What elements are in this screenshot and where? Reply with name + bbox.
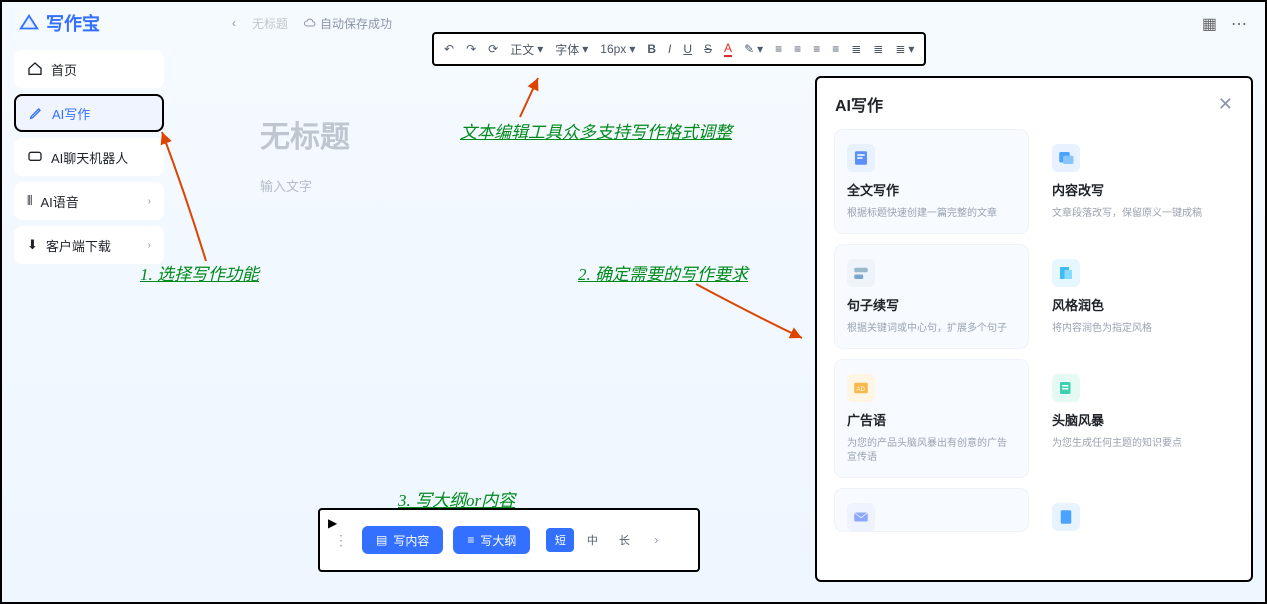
sidebar-item-ai-chat[interactable]: AI聊天机器人	[14, 138, 164, 176]
chevron-right-icon: ›	[148, 240, 151, 251]
highlight-button[interactable]: ✎ ▾	[744, 42, 763, 56]
back-button[interactable]: ‹	[232, 16, 236, 30]
top-controls: ‹ 无标题 自动保存成功	[232, 15, 392, 32]
ai-panel: AI写作 ✕ 全文写作 根据标题快速创建一篇完整的文章 内容改写 文章段落改写，…	[815, 76, 1253, 582]
arrow-1	[156, 126, 216, 266]
length-medium[interactable]: 中	[578, 528, 606, 552]
doc-icon	[847, 144, 875, 172]
sidebar-item-ai-voice[interactable]: ⫴ AI语音 ›	[14, 182, 164, 220]
close-icon[interactable]: ✕	[1218, 94, 1233, 115]
align-right-button[interactable]: ≡	[813, 42, 820, 56]
align-center-button[interactable]: ≡	[794, 42, 801, 56]
sidebar-item-download[interactable]: ⬇ 客户端下载 ›	[14, 226, 164, 264]
mail-icon	[847, 503, 875, 531]
ai-card-continue[interactable]: 句子续写 根据关键词或中心句，扩展多个句子	[835, 245, 1028, 348]
chevron-down-icon: ▾	[757, 42, 763, 56]
font-select[interactable]: 字体 ▾	[555, 41, 588, 58]
write-content-button[interactable]: ▤ 写内容	[362, 526, 443, 554]
ai-card-extra-2[interactable]	[1040, 489, 1233, 531]
length-group: 短 中 长	[546, 528, 638, 552]
app-name: 写作宝	[46, 10, 100, 36]
arrow-2	[690, 278, 810, 348]
italic-button[interactable]: I	[668, 42, 671, 56]
ai-card-slogan[interactable]: AD 广告语 为您的产品头脑风暴出有创意的广告宣传语	[835, 360, 1028, 477]
ai-card-polish[interactable]: 风格润色 将内容润色为指定风格	[1040, 245, 1233, 348]
ai-panel-title: AI写作	[835, 92, 883, 116]
ai-card-rewrite[interactable]: 内容改写 文章段落改写，保留原义一键成稿	[1040, 130, 1233, 233]
top-right-controls: ▦ ⋯	[1202, 14, 1247, 34]
brainstorm-icon	[1052, 374, 1080, 402]
align-left-button[interactable]: ≡	[775, 42, 782, 56]
ai-card-grid: 全文写作 根据标题快速创建一篇完整的文章 内容改写 文章段落改写，保留原义一键成…	[835, 130, 1233, 531]
sidebar-item-label: AI写作	[52, 104, 90, 123]
pen-icon	[28, 105, 44, 121]
textcolor-button[interactable]: A	[724, 41, 732, 57]
grid-icon[interactable]: ▦	[1202, 14, 1217, 34]
sidebar-item-label: 客户端下载	[46, 236, 111, 255]
more-icon[interactable]: ⋯	[1231, 14, 1247, 34]
play-icon: ▶	[328, 516, 337, 530]
body-input[interactable]: 输入文字	[260, 176, 800, 195]
length-short[interactable]: 短	[546, 528, 574, 552]
underline-button[interactable]: U	[683, 42, 692, 56]
home-icon	[27, 61, 43, 77]
chevron-down-icon: ▾	[537, 42, 543, 56]
doc-title-crumb: 无标题	[252, 15, 288, 32]
list-ordered-button[interactable]: ≣	[851, 42, 861, 56]
title-input[interactable]: 无标题	[260, 112, 800, 156]
logo-icon	[18, 12, 40, 34]
note-icon	[1052, 503, 1080, 531]
cloud-icon	[304, 17, 316, 29]
doc-icon: ▤	[376, 533, 387, 547]
list-icon: ≡	[467, 533, 474, 547]
sidebar-item-label: AI聊天机器人	[51, 148, 128, 167]
continue-icon	[847, 259, 875, 287]
compose-bar: ▶ ⋮ ▤ 写内容 ≡ 写大纲 短 中 长 ›	[318, 508, 700, 572]
format-button[interactable]: ⟳	[488, 42, 498, 56]
slogan-icon: AD	[847, 374, 875, 402]
ai-card-brainstorm[interactable]: 头脑风暴 为您生成任何主题的知识要点	[1040, 360, 1233, 477]
autosave-status: 自动保存成功	[304, 15, 392, 32]
sidebar-item-label: 首页	[51, 60, 77, 79]
indent-button[interactable]: ≣ ▾	[895, 42, 914, 56]
align-justify-button[interactable]: ≡	[832, 42, 839, 56]
expand-icon[interactable]: ›	[654, 533, 658, 547]
sidebar: 首页 AI写作 AI聊天机器人 ⫴ AI语音 › ⬇ 客户端下载 ›	[14, 50, 164, 270]
annotation-2: 2. 确定需要的写作要求	[578, 260, 748, 285]
ai-card-extra-1[interactable]	[835, 489, 1028, 531]
chevron-down-icon: ▾	[582, 42, 588, 56]
sidebar-item-home[interactable]: 首页	[14, 50, 164, 88]
strike-button[interactable]: S	[704, 42, 712, 56]
write-outline-button[interactable]: ≡ 写大纲	[453, 526, 530, 554]
size-select[interactable]: 16px ▾	[600, 42, 635, 56]
rewrite-icon	[1052, 144, 1080, 172]
app-logo: 写作宝	[18, 10, 100, 36]
chat-icon	[27, 149, 43, 165]
chevron-right-icon: ›	[148, 196, 151, 207]
voice-icon: ⫴	[27, 193, 32, 209]
bold-button[interactable]: B	[647, 42, 656, 56]
chevron-down-icon: ▾	[908, 42, 914, 56]
polish-icon	[1052, 259, 1080, 287]
sidebar-item-label: AI语音	[40, 192, 78, 211]
ai-card-full-write[interactable]: 全文写作 根据标题快速创建一篇完整的文章	[835, 130, 1028, 233]
editor-toolbar: ↶ ↷ ⟳ 正文 ▾ 字体 ▾ 16px ▾ B I U S A ✎ ▾ ≡ ≡…	[432, 32, 926, 66]
download-icon: ⬇	[27, 237, 38, 253]
sidebar-item-ai-write[interactable]: AI写作	[14, 94, 164, 132]
editor-area[interactable]: 无标题 输入文字	[260, 112, 800, 195]
redo-button[interactable]: ↷	[466, 42, 476, 56]
length-long[interactable]: 长	[610, 528, 638, 552]
svg-text:AD: AD	[857, 387, 866, 393]
heading-select[interactable]: 正文 ▾	[510, 41, 543, 58]
drag-icon[interactable]: ⋮	[334, 532, 348, 549]
undo-button[interactable]: ↶	[444, 42, 454, 56]
chevron-down-icon: ▾	[629, 42, 635, 56]
list-unordered-button[interactable]: ≣	[873, 42, 883, 56]
